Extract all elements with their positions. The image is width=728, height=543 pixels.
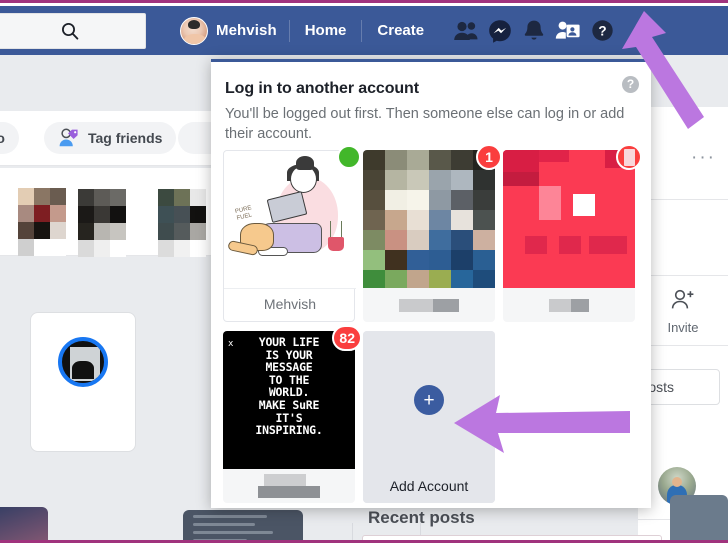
post-card-left[interactable] [183, 510, 303, 540]
chevron-down-icon[interactable] [625, 14, 659, 48]
friend-requests-icon[interactable] [449, 14, 483, 48]
account-name [503, 288, 635, 322]
more-options-button[interactable]: ··· [691, 147, 716, 169]
divider [288, 19, 290, 42]
login-another-account-dialog: Log in to another account You'll be logg… [211, 59, 651, 508]
facebook-navbar: Mehvish Home Create ? [0, 6, 728, 55]
redacted-name [399, 298, 459, 312]
profile-name[interactable]: Mehvish [216, 22, 277, 39]
search-input[interactable] [0, 12, 146, 49]
quote-line: MAKE SuRE [258, 397, 320, 412]
invite-label: Invite [667, 320, 699, 335]
navbar-icons: ? [449, 14, 663, 48]
help-icon[interactable]: ? [585, 14, 619, 48]
account-card-2[interactable]: 1 [363, 144, 502, 322]
video-chip-label: deo [0, 130, 5, 146]
notification-badge: 1 [476, 144, 502, 170]
add-account-cover: + [363, 331, 495, 469]
accounts-row: PURE FUEL Mehvish 1 [223, 144, 643, 331]
status-badge [337, 145, 361, 169]
quote-line: INSPIRING. [255, 423, 323, 438]
divider [638, 345, 728, 346]
story-thumbnail-left[interactable] [0, 507, 48, 540]
account-name [363, 288, 495, 322]
account-cover-image [503, 150, 635, 288]
question-mark-icon[interactable]: ? [622, 76, 639, 93]
tag-friends-icon [58, 128, 80, 148]
thumbnail[interactable] [78, 189, 126, 257]
account-cover-image: PURE FUEL [224, 151, 356, 289]
add-account-card[interactable]: + Add Account [363, 331, 495, 503]
account-cover-image: x YOUR LIFE IS YOUR MESSAGE TO THE WORLD… [223, 331, 355, 469]
dialog-description: You'll be logged out first. Then someone… [225, 106, 625, 142]
divider [352, 523, 353, 540]
tag-friends-label: Tag friends [88, 130, 163, 146]
account-name: Mehvish [263, 296, 317, 312]
divider [420, 523, 421, 540]
redacted-name [258, 474, 320, 498]
video-chip[interactable]: deo [0, 122, 19, 154]
recent-posts-panel [362, 535, 662, 540]
tag-friends-chip[interactable]: Tag friends [44, 122, 177, 154]
thumbnail[interactable] [18, 188, 66, 256]
story-thumbnail-right[interactable] [670, 495, 728, 540]
account-name [223, 469, 355, 503]
divider [638, 275, 728, 276]
nav-link-home[interactable]: Home [302, 18, 350, 43]
story-avatar [58, 337, 108, 387]
account-cover-image [363, 150, 495, 288]
composer-toolbar: deo Tag friends [0, 111, 238, 166]
account-switcher-icon[interactable] [551, 14, 585, 48]
dialog-title: Log in to another account [225, 80, 419, 97]
messenger-icon[interactable] [483, 14, 517, 48]
accounts-row: 82 x YOUR LIFE IS YOUR MESSAGE TO THE WO… [223, 325, 643, 512]
account-card-3[interactable] [503, 144, 642, 322]
notifications-icon[interactable] [517, 14, 551, 48]
quote-image: x YOUR LIFE IS YOUR MESSAGE TO THE WORLD… [223, 331, 355, 469]
plus-icon: + [414, 385, 444, 415]
stories-row [0, 300, 212, 452]
account-card-mehvish[interactable]: PURE FUEL Mehvish [223, 145, 361, 322]
photo-thumbnail-strip [0, 168, 212, 257]
svg-text:?: ? [598, 23, 606, 38]
thumbnail[interactable] [158, 189, 206, 257]
invite-button[interactable]: Invite [646, 289, 720, 335]
right-sidebar: ··· Invite Posts [628, 107, 728, 540]
quote-line: MESSAGE [265, 360, 313, 375]
navbar-center: Mehvish Home Create [180, 16, 427, 45]
story-card[interactable] [30, 312, 136, 452]
search-icon [60, 21, 80, 41]
divider [361, 19, 363, 42]
redacted-name [549, 298, 589, 312]
notification-badge: 82 [332, 325, 362, 351]
notification-badge [616, 144, 642, 170]
screenshot-root: Mehvish Home Create ? Tag friends ··· In… [0, 0, 728, 543]
accounts-grid: PURE FUEL Mehvish 1 82 x YOUR LIFE IS YO… [223, 144, 643, 512]
quote-mark: x [228, 339, 234, 349]
account-card-4[interactable]: 82 x YOUR LIFE IS YOUR MESSAGE TO THE WO… [223, 325, 362, 503]
add-account-label: Add Account [363, 469, 495, 503]
divider [638, 199, 728, 200]
person-add-icon [670, 289, 696, 315]
nav-link-create[interactable]: Create [374, 18, 427, 43]
avatar[interactable] [180, 16, 208, 45]
illustration: PURE FUEL [224, 151, 356, 288]
